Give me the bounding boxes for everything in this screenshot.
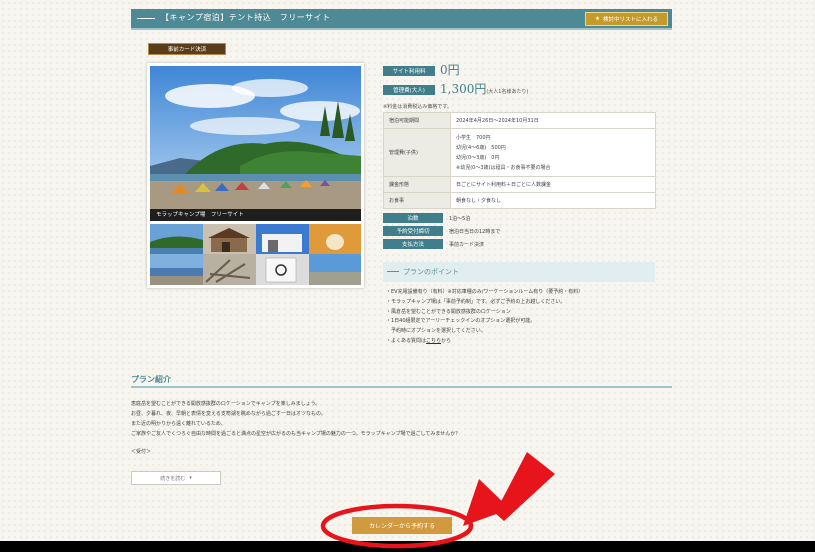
- star-icon: ★: [595, 16, 600, 22]
- list-item: 予約時にオプションを選択してください。: [386, 328, 486, 335]
- child-fee-line: ※幼児(0〜3歳)は寝具・お食事不要の場合: [456, 164, 551, 171]
- deadline-label: 予約受付締切: [383, 226, 443, 236]
- plan-title: 【キャンプ宿泊】テント持込 フリーサイト: [161, 13, 331, 22]
- prepay-badge: 事前カード決済: [148, 43, 226, 55]
- period-value: 2024年4月26日〜2024年10月31日: [450, 112, 656, 129]
- child-fee-line: 幼児(0〜3歳) 0円: [456, 154, 500, 161]
- points-decor-line: [387, 271, 399, 272]
- list-item: ・EV充電設備有り（有料）※対応車種のみ/ワーケーションルーム有り（要予約・有料…: [386, 289, 584, 295]
- table-row: 宿泊可能期間 2024年4月26日〜2024年10月31日: [383, 112, 656, 129]
- list-item: ・風倉岳を望むことができる開放感抜群のロケーション: [386, 308, 511, 315]
- list-item: ・モラップキャンプ場は「事前予約制」です。必ずご予約の上お越しください。: [386, 298, 566, 305]
- photo-caption: モラップキャンプ場 フリーサイト: [150, 209, 361, 221]
- table-row: 課金形態 日ごとにサイト利用料＋日ごとに人数課金: [383, 176, 656, 193]
- faq-link[interactable]: こちら: [426, 338, 441, 344]
- list-item: ・よくある質問はこちらから: [386, 337, 583, 347]
- plan-detail-page: 【キャンプ宿泊】テント持込 フリーサイト ★ 検討中リストに入れる 事前カード決…: [0, 0, 815, 552]
- red-arrow-icon: [463, 452, 555, 526]
- nights-value: 1泊〜5泊: [449, 216, 471, 222]
- list-item: ・1日40組限定でアーリーチェックインのオプション選択が可能。: [386, 318, 536, 325]
- thumbnail-sky[interactable]: [309, 254, 361, 285]
- mgmt-fee-value: 1,300円: [440, 82, 487, 96]
- meal-value: 朝食なし・夕食なし: [450, 192, 656, 209]
- site-fee-label: サイト利用料: [383, 66, 435, 76]
- header-decor-line: [137, 18, 155, 19]
- child-fee-line: 幼児(4〜6歳) 500円: [456, 144, 506, 151]
- plan-points-title: プランのポイント: [403, 268, 459, 276]
- add-to-wishlist-button[interactable]: ★ 検討中リストに入れる: [585, 12, 668, 26]
- intro-divider: [131, 386, 672, 388]
- intro-line: 恵庭岳を望むことができる開放感抜群のロケーションでキャンプを楽しみましょう。: [131, 401, 321, 407]
- reserve-from-calendar-button[interactable]: カレンダーから予約する: [352, 517, 452, 534]
- read-more-button[interactable]: 続きを読む ▾: [131, 471, 221, 485]
- period-label: 宿泊可能期間: [383, 112, 451, 129]
- reception-label: ＜受付＞: [131, 449, 152, 455]
- thumbnail-cabin[interactable]: [203, 224, 256, 254]
- billing-value: 日ごとにサイト利用料＋日ごとに人数課金: [450, 176, 656, 193]
- nights-label: 泊数: [383, 213, 443, 223]
- wishlist-label: 検討中リストに入れる: [602, 17, 658, 23]
- thumbnail-building[interactable]: [256, 224, 309, 254]
- meal-label: お食事: [383, 192, 451, 209]
- faq-prefix: ・よくある質問は: [386, 337, 427, 344]
- intro-line: ご家族やご友人でくつろぐ自由な時間を過ごると満点の星空が広がるのも当キャンプ場の…: [131, 431, 461, 437]
- bottom-strip: [0, 541, 815, 552]
- thumbnail-lake[interactable]: [150, 224, 203, 254]
- mgmt-fee-label: 管理費(大人): [383, 85, 435, 95]
- billing-label: 課金形態: [383, 176, 451, 193]
- payment-value: 事前カード決済: [449, 242, 485, 248]
- faq-suffix: から: [441, 337, 452, 344]
- chevron-down-icon: ▾: [189, 475, 192, 481]
- intro-line: お昼、夕暮れ、夜、早朝と表情を変える支笏湖を眺めながら過ごす一日はオツなもの。: [131, 411, 326, 417]
- child-fee-line: 小学生 700円: [456, 134, 491, 141]
- tax-note: ※料金は消費税込み価格です。: [383, 104, 452, 110]
- payment-label: 支払方法: [383, 239, 443, 249]
- child-fee-values: 小学生 700円 幼児(4〜6歳) 500円 幼児(0〜3歳) 0円 ※幼児(0…: [450, 128, 656, 177]
- thumbnail-shore[interactable]: [150, 254, 203, 285]
- plan-points-header: プランのポイント: [383, 262, 655, 282]
- thumbnail-driftwood[interactable]: [203, 254, 256, 285]
- site-fee-value: 0円: [440, 63, 460, 77]
- intro-line: また近の明かりから遠く離れているため、: [131, 421, 226, 427]
- read-more-label: 続きを読む: [160, 475, 186, 482]
- thumbnail-interior[interactable]: [309, 224, 361, 254]
- plan-header-bar: 【キャンプ宿泊】テント持込 フリーサイト ★ 検討中リストに入れる: [131, 9, 672, 30]
- child-fee-label: 管理費(子供): [383, 128, 451, 177]
- table-row: お食事 朝食なし・夕食なし: [383, 192, 656, 209]
- mgmt-fee-price: 1,300円(大人1名様あたり): [440, 80, 528, 97]
- plan-intro-title: プラン紹介: [131, 375, 171, 384]
- photo-gallery: モラップキャンプ場 フリーサイト: [147, 63, 364, 288]
- main-photo[interactable]: [150, 66, 361, 209]
- mgmt-fee-unit: (大人1名様あたり): [486, 89, 529, 95]
- thumbnail-grid: [150, 224, 361, 285]
- thumbnail-ev-charger[interactable]: [256, 254, 309, 285]
- plan-intro-text: 恵庭岳を望むことができる開放感抜群のロケーションでキャンプを楽しみましょう。 お…: [131, 399, 460, 439]
- table-row: 管理費(子供) 小学生 700円 幼児(4〜6歳) 500円 幼児(0〜3歳) …: [383, 128, 656, 177]
- deadline-value: 宿泊日当日の12時まで: [449, 229, 501, 235]
- plan-info-table: 宿泊可能期間 2024年4月26日〜2024年10月31日 管理費(子供) 小学…: [383, 112, 656, 209]
- plan-points-list: ・EV充電設備有り（有料）※対応車種のみ/ワーケーションルーム有り（要予約・有料…: [386, 288, 583, 347]
